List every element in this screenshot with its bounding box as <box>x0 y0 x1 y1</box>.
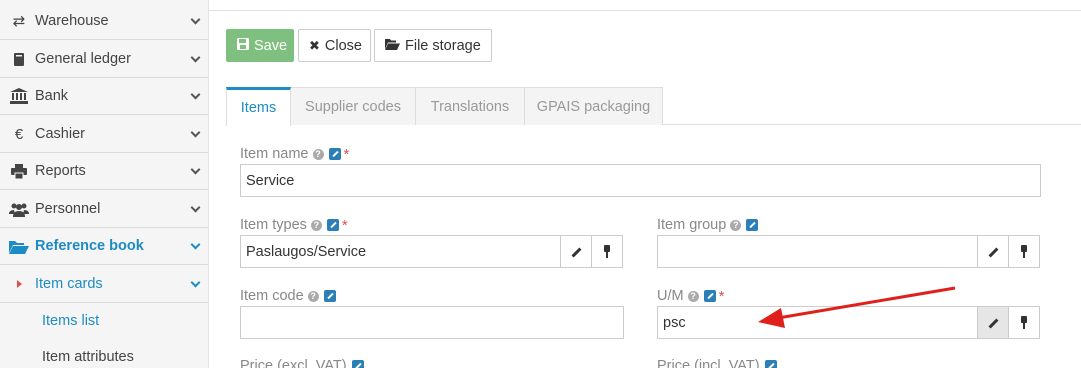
top-bar <box>209 0 1081 11</box>
chevron-down-icon <box>190 239 201 250</box>
help-icon[interactable]: ? <box>730 219 742 231</box>
chevron-down-icon <box>190 52 201 63</box>
save-button[interactable]: Save <box>226 29 294 62</box>
sidebar-item-label: Reference book <box>35 238 144 254</box>
label-text: Item name <box>240 146 309 162</box>
chevron-down-icon <box>190 202 201 213</box>
price-incl-vat-label: Price (incl. VAT) <box>657 356 777 368</box>
item-group-label: Item group ? <box>657 215 759 235</box>
folder-open-icon <box>385 38 400 53</box>
sidebar-item-reference-book[interactable]: Reference book <box>0 228 208 265</box>
label-text: Item types <box>240 217 307 233</box>
label-text: U/M <box>657 288 684 304</box>
item-types-label: Item types ? * <box>240 215 348 235</box>
item-code-input[interactable] <box>240 306 624 339</box>
folder-open-icon <box>8 239 30 254</box>
item-types-pin-button[interactable] <box>591 235 623 268</box>
sidebar-item-warehouse[interactable]: ⇄ Warehouse <box>0 3 208 40</box>
sidebar-item-label: Item cards <box>35 276 103 292</box>
bank-icon <box>8 88 30 104</box>
sidebar-item-label: Personnel <box>35 201 101 217</box>
required-asterisk: * <box>718 287 725 305</box>
item-types-edit-button[interactable] <box>560 235 592 268</box>
tab-translations[interactable]: Translations <box>415 87 525 125</box>
um-input[interactable]: psc <box>657 306 978 339</box>
item-group-edit-button[interactable] <box>977 235 1009 268</box>
label-text: Price (incl. VAT) <box>657 358 760 368</box>
pencil-icon <box>987 246 999 258</box>
pin-icon <box>1018 316 1030 329</box>
sidebar: ⇄ Warehouse General ledger Bank € Cashie… <box>0 0 209 368</box>
edit-icon[interactable] <box>323 290 336 302</box>
um-pin-button[interactable] <box>1008 306 1040 339</box>
help-icon[interactable]: ? <box>307 290 319 302</box>
pin-icon <box>601 245 613 258</box>
book-icon <box>8 52 30 67</box>
save-label: Save <box>254 37 288 54</box>
tab-supplier-codes[interactable]: Supplier codes <box>290 87 416 125</box>
sidebar-item-general-ledger[interactable]: General ledger <box>0 41 208 78</box>
file-storage-label: File storage <box>405 37 481 54</box>
transfer-icon: ⇄ <box>12 13 26 30</box>
required-asterisk: * <box>343 145 350 163</box>
help-icon[interactable]: ? <box>312 148 324 160</box>
sidebar-item-cashier[interactable]: € Cashier <box>0 116 208 153</box>
pencil-icon <box>570 246 582 258</box>
help-icon[interactable]: ? <box>310 219 322 231</box>
sidebar-item-bank[interactable]: Bank <box>0 78 208 115</box>
file-storage-button[interactable]: File storage <box>374 29 492 62</box>
um-edit-button[interactable] <box>977 306 1009 339</box>
item-group-pin-button[interactable] <box>1008 235 1040 268</box>
users-icon <box>8 202 30 217</box>
chevron-down-icon <box>190 14 201 25</box>
required-asterisk: * <box>341 216 348 234</box>
pin-icon <box>1018 245 1030 258</box>
edit-icon[interactable] <box>764 360 777 368</box>
print-icon <box>8 163 30 179</box>
label-text: Price (excl. VAT) <box>240 358 347 368</box>
label-text: Item group <box>657 217 727 233</box>
edit-icon[interactable] <box>326 219 339 231</box>
edit-icon[interactable] <box>328 148 341 160</box>
sidebar-item-label: Warehouse <box>35 13 109 29</box>
item-name-label: Item name ? * <box>240 144 349 164</box>
sidebar-item-personnel[interactable]: Personnel <box>0 191 208 228</box>
item-group-input[interactable] <box>657 235 978 268</box>
tab-gpais-packaging[interactable]: GPAIS packaging <box>524 87 663 125</box>
price-excl-vat-label: Price (excl. VAT) <box>240 356 364 368</box>
edit-icon[interactable] <box>351 360 364 368</box>
sidebar-item-label: Bank <box>35 88 69 104</box>
chevron-down-icon <box>190 127 201 138</box>
edit-icon[interactable] <box>746 219 759 231</box>
pencil-icon <box>987 317 999 329</box>
tab-items[interactable]: Items <box>226 87 291 126</box>
caret-right-icon <box>17 280 22 288</box>
um-label: U/M ? * <box>657 286 724 306</box>
edit-icon[interactable] <box>703 290 716 302</box>
sidebar-item-label: Cashier <box>35 126 85 142</box>
help-icon[interactable]: ? <box>687 290 699 302</box>
sidebar-item-label: General ledger <box>35 51 131 67</box>
sidebar-item-reports[interactable]: Reports <box>0 153 208 190</box>
save-icon <box>237 38 249 53</box>
close-icon: ✖ <box>309 37 320 53</box>
label-text: Item code <box>240 288 304 304</box>
euro-icon: € <box>14 125 24 143</box>
close-button[interactable]: ✖ Close <box>298 29 371 62</box>
item-name-input[interactable]: Service <box>240 164 1041 197</box>
sidebar-leaf-items-list[interactable]: Items list <box>0 303 208 339</box>
item-types-input[interactable]: Paslaugos/Service <box>240 235 561 268</box>
sidebar-item-label: Reports <box>35 163 86 179</box>
item-code-label: Item code ? <box>240 286 336 306</box>
sidebar-leaf-item-attributes[interactable]: Item attributes <box>0 339 208 368</box>
chevron-down-icon <box>190 164 201 175</box>
sidebar-submenu-item-cards[interactable]: Item cards <box>0 266 208 303</box>
chevron-down-icon <box>190 277 201 288</box>
close-label: Close <box>324 37 362 54</box>
chevron-down-icon <box>190 89 201 100</box>
